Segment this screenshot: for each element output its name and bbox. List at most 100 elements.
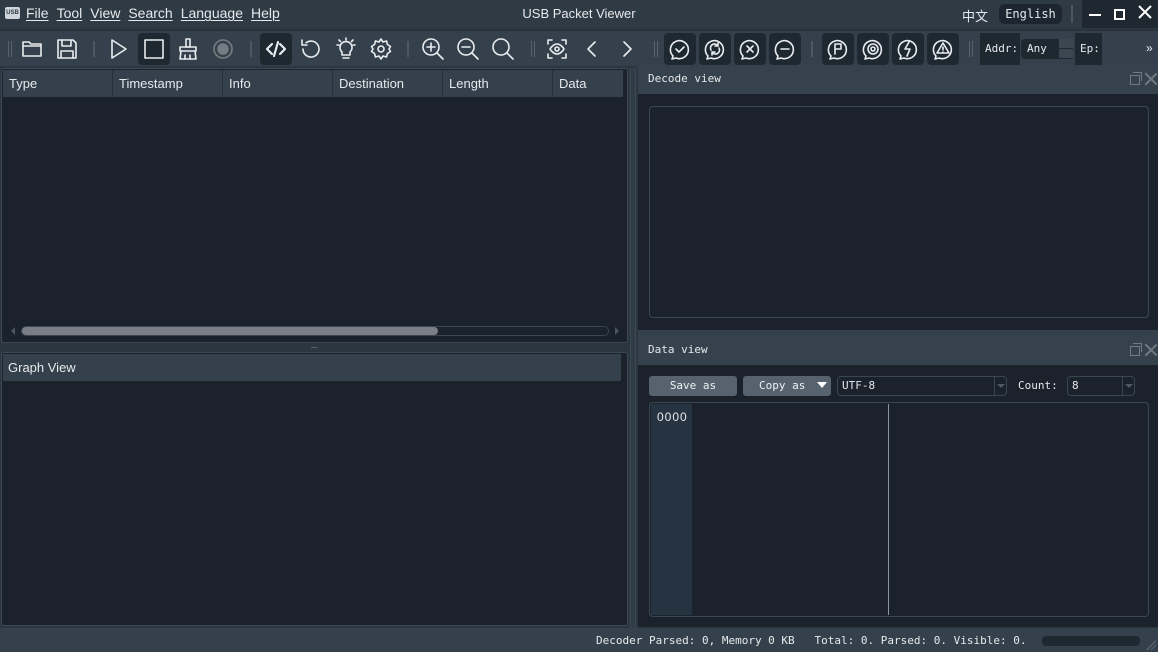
packet-table[interactable]: Type Timestamp Info Destination Length D…	[1, 68, 628, 343]
title-bar: USB File Tool View Search Language Help …	[0, 0, 1158, 28]
vertical-splitter[interactable]	[630, 68, 636, 628]
toolbar-overflow-button[interactable]: »	[1146, 41, 1153, 55]
filter-sof-button[interactable]	[822, 33, 854, 65]
save-as-button[interactable]: Save as	[649, 376, 737, 396]
copy-as-button[interactable]: Copy as	[743, 376, 831, 396]
data-view-title-text: Data view	[648, 343, 708, 356]
menu-file[interactable]: File	[26, 5, 49, 21]
column-header-type[interactable]: Type	[3, 70, 113, 97]
start-capture-button[interactable]	[102, 33, 134, 65]
folder-open-icon	[22, 41, 42, 57]
menu-search[interactable]: Search	[128, 5, 172, 21]
minimize-button[interactable]	[1085, 6, 1105, 23]
toolbar-grip[interactable]	[531, 41, 535, 57]
count-value: 8	[1072, 379, 1079, 392]
ack-icon	[669, 39, 690, 60]
table-header: Type Timestamp Info Destination Length D…	[3, 70, 623, 97]
count-label: Count:	[1018, 379, 1058, 392]
scroll-left-icon[interactable]	[11, 327, 15, 335]
language-english-button[interactable]: English	[999, 4, 1062, 24]
next-button[interactable]	[611, 33, 643, 65]
save-button[interactable]	[51, 33, 83, 65]
decode-content[interactable]	[649, 106, 1149, 318]
view-button[interactable]	[541, 33, 573, 65]
column-header-length[interactable]: Length	[443, 70, 553, 97]
toolbar-separator	[811, 41, 813, 57]
reload-button[interactable]	[295, 33, 327, 65]
chevron-right-icon	[623, 41, 632, 57]
filter-error-button[interactable]	[892, 33, 924, 65]
menu-help[interactable]: Help	[251, 5, 280, 21]
encoding-select[interactable]: UTF-8	[837, 376, 1007, 396]
code-view-button[interactable]	[260, 33, 292, 65]
chevron-down-icon[interactable]	[1122, 377, 1134, 395]
float-icon[interactable]	[1130, 72, 1142, 85]
spin-up-icon[interactable]	[1059, 39, 1073, 49]
maximize-button[interactable]	[1110, 6, 1130, 23]
count-select[interactable]: 8	[1067, 376, 1135, 396]
graph-view[interactable]: Graph View	[1, 352, 628, 626]
toolbar: Addr: Any Ep: »	[0, 30, 1158, 66]
maximize-icon	[1114, 9, 1126, 21]
zoom-fit-button[interactable]	[487, 33, 519, 65]
float-icon[interactable]	[1130, 343, 1142, 356]
filter-stall-button[interactable]	[734, 33, 766, 65]
flag-icon	[827, 39, 848, 60]
filter-warning-button[interactable]	[927, 33, 959, 65]
column-header-info[interactable]: Info	[223, 70, 333, 97]
filter-ack-button[interactable]	[664, 33, 696, 65]
filter-ping-button[interactable]	[857, 33, 889, 65]
stop-capture-button[interactable]	[138, 33, 170, 65]
decode-view-dock: Decode view	[638, 66, 1158, 330]
previous-button[interactable]	[576, 33, 608, 65]
status-progress-bar	[1042, 636, 1140, 646]
record-icon	[213, 39, 233, 59]
clear-button[interactable]	[172, 33, 204, 65]
horizontal-splitter-handle[interactable]	[311, 347, 317, 348]
broom-icon	[179, 38, 197, 60]
menu-language[interactable]: Language	[181, 5, 243, 21]
nak-icon	[704, 39, 725, 60]
horizontal-scrollbar[interactable]	[9, 326, 621, 336]
resize-grip-icon[interactable]	[1146, 640, 1156, 650]
open-button[interactable]	[16, 33, 48, 65]
close-icon[interactable]	[1144, 72, 1157, 85]
scroll-right-icon[interactable]	[615, 327, 619, 335]
status-text: Decoder Parsed: 0, Memory 0 KB Total: 0.…	[596, 634, 1027, 647]
toolbar-grip[interactable]	[8, 41, 12, 57]
toolbar-separator	[250, 41, 252, 57]
zoom-out-button[interactable]	[452, 33, 484, 65]
settings-button[interactable]	[365, 33, 397, 65]
app-icon: USB	[5, 7, 20, 19]
chevron-down-icon[interactable]	[994, 377, 1006, 395]
offset-value: 0000	[657, 410, 688, 424]
column-header-destination[interactable]: Destination	[333, 70, 443, 97]
zoom-in-icon	[422, 38, 444, 60]
close-icon[interactable]	[1144, 343, 1157, 356]
spin-down-icon[interactable]	[1059, 49, 1073, 59]
play-icon	[111, 39, 127, 59]
record-button[interactable]	[207, 33, 239, 65]
highlight-button[interactable]	[330, 33, 362, 65]
zoom-in-button[interactable]	[417, 33, 449, 65]
scroll-thumb[interactable]	[22, 327, 438, 335]
decode-view-title: Decode view	[638, 66, 1158, 94]
encoding-value: UTF-8	[842, 379, 876, 392]
window-controls	[1082, 0, 1158, 28]
toolbar-grip[interactable]	[969, 41, 973, 57]
column-header-data[interactable]: Data	[553, 70, 623, 97]
toolbar-grip[interactable]	[654, 41, 658, 57]
addr-spinner[interactable]	[1059, 39, 1073, 59]
dock-splitter[interactable]	[638, 330, 1158, 337]
filter-nyet-button[interactable]	[769, 33, 801, 65]
bulb-icon	[336, 37, 356, 59]
radar-icon	[862, 39, 883, 60]
chevron-left-icon	[587, 41, 596, 57]
language-chinese-button[interactable]: 中文	[962, 6, 988, 25]
filter-nak-button[interactable]	[699, 33, 731, 65]
menu-tool[interactable]: Tool	[57, 5, 83, 21]
hex-view[interactable]: 0000	[649, 402, 1149, 617]
menu-view[interactable]: View	[90, 5, 120, 21]
column-header-timestamp[interactable]: Timestamp	[113, 70, 223, 97]
close-window-button[interactable]	[1135, 5, 1155, 23]
